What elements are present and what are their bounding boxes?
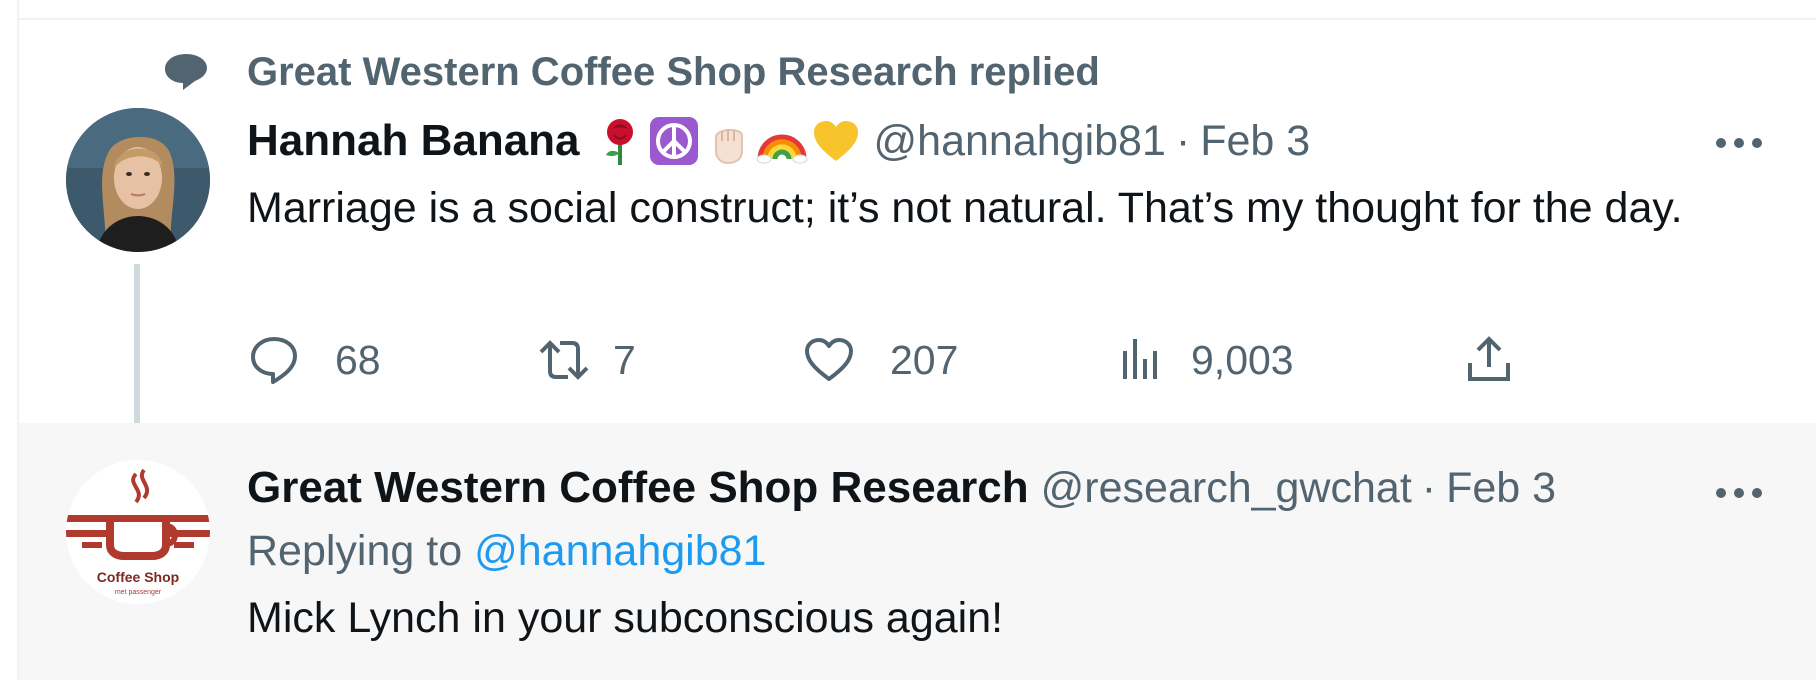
- retweet-count: 7: [613, 336, 636, 383]
- rose-icon: [605, 119, 633, 165]
- speech-bubble-icon: [165, 54, 207, 90]
- reply-header: Great Western Coffee Shop Research @rese…: [247, 460, 1556, 516]
- retweet-button[interactable]: 7: [537, 332, 636, 388]
- reply-context-label[interactable]: Great Western Coffee Shop Research repli…: [247, 50, 1100, 95]
- retweet-icon: [539, 340, 589, 380]
- reply-count: 68: [335, 336, 381, 383]
- author-handle[interactable]: @hannahgib81: [874, 117, 1166, 166]
- views-icon: [1123, 339, 1157, 379]
- separator: ·: [1175, 116, 1191, 165]
- reply-author-handle[interactable]: @research_gwchat: [1041, 464, 1412, 513]
- svg-text:met passenger: met passenger: [115, 589, 162, 596]
- replying-prefix: Replying to: [247, 527, 463, 575]
- tweet-text: Marriage is a social construct; it’s not…: [247, 184, 1683, 232]
- raised-fist-icon: [714, 129, 743, 165]
- replying-to-line: Replying to @hannahgib81: [247, 527, 766, 576]
- tweet-date[interactable]: Feb 3: [1200, 117, 1310, 166]
- tweet-actions: 68 7 207 9,003: [247, 332, 1547, 388]
- like-button[interactable]: 207: [802, 332, 958, 388]
- like-count: 207: [890, 336, 959, 383]
- yellow-heart-icon: [813, 121, 858, 161]
- more-options-icon[interactable]: [1716, 137, 1762, 149]
- separator: ·: [1421, 463, 1437, 512]
- author-emojis: [594, 115, 862, 167]
- views-count: 9,003: [1191, 336, 1294, 383]
- views-button[interactable]: 9,003: [1115, 332, 1294, 388]
- reply-text: Mick Lynch in your subconscious again!: [247, 594, 1004, 642]
- share-icon: [1468, 336, 1510, 381]
- heart-icon: [805, 338, 853, 381]
- thread-connector: [134, 264, 140, 448]
- avatar-coffee-shop[interactable]: Coffee Shop met passenger: [66, 460, 210, 604]
- author-name[interactable]: Hannah Banana: [247, 116, 580, 166]
- reply-date[interactable]: Feb 3: [1446, 464, 1556, 513]
- reply-author-name[interactable]: Great Western Coffee Shop Research: [247, 463, 1029, 513]
- tweet-header: Hannah Banana @hannahgib81 · Feb 3: [247, 113, 1310, 169]
- mention-link[interactable]: @hannahgib81: [474, 527, 766, 575]
- avatar-hannah[interactable]: [66, 108, 210, 252]
- share-button[interactable]: [1462, 332, 1516, 388]
- peace-symbol-icon: [649, 117, 698, 165]
- reply-button[interactable]: 68: [247, 332, 381, 388]
- more-options-icon[interactable]: [1716, 487, 1762, 499]
- reply-icon: [251, 337, 297, 384]
- svg-text:Coffee Shop: Coffee Shop: [97, 569, 179, 585]
- rainbow-icon: [756, 134, 808, 164]
